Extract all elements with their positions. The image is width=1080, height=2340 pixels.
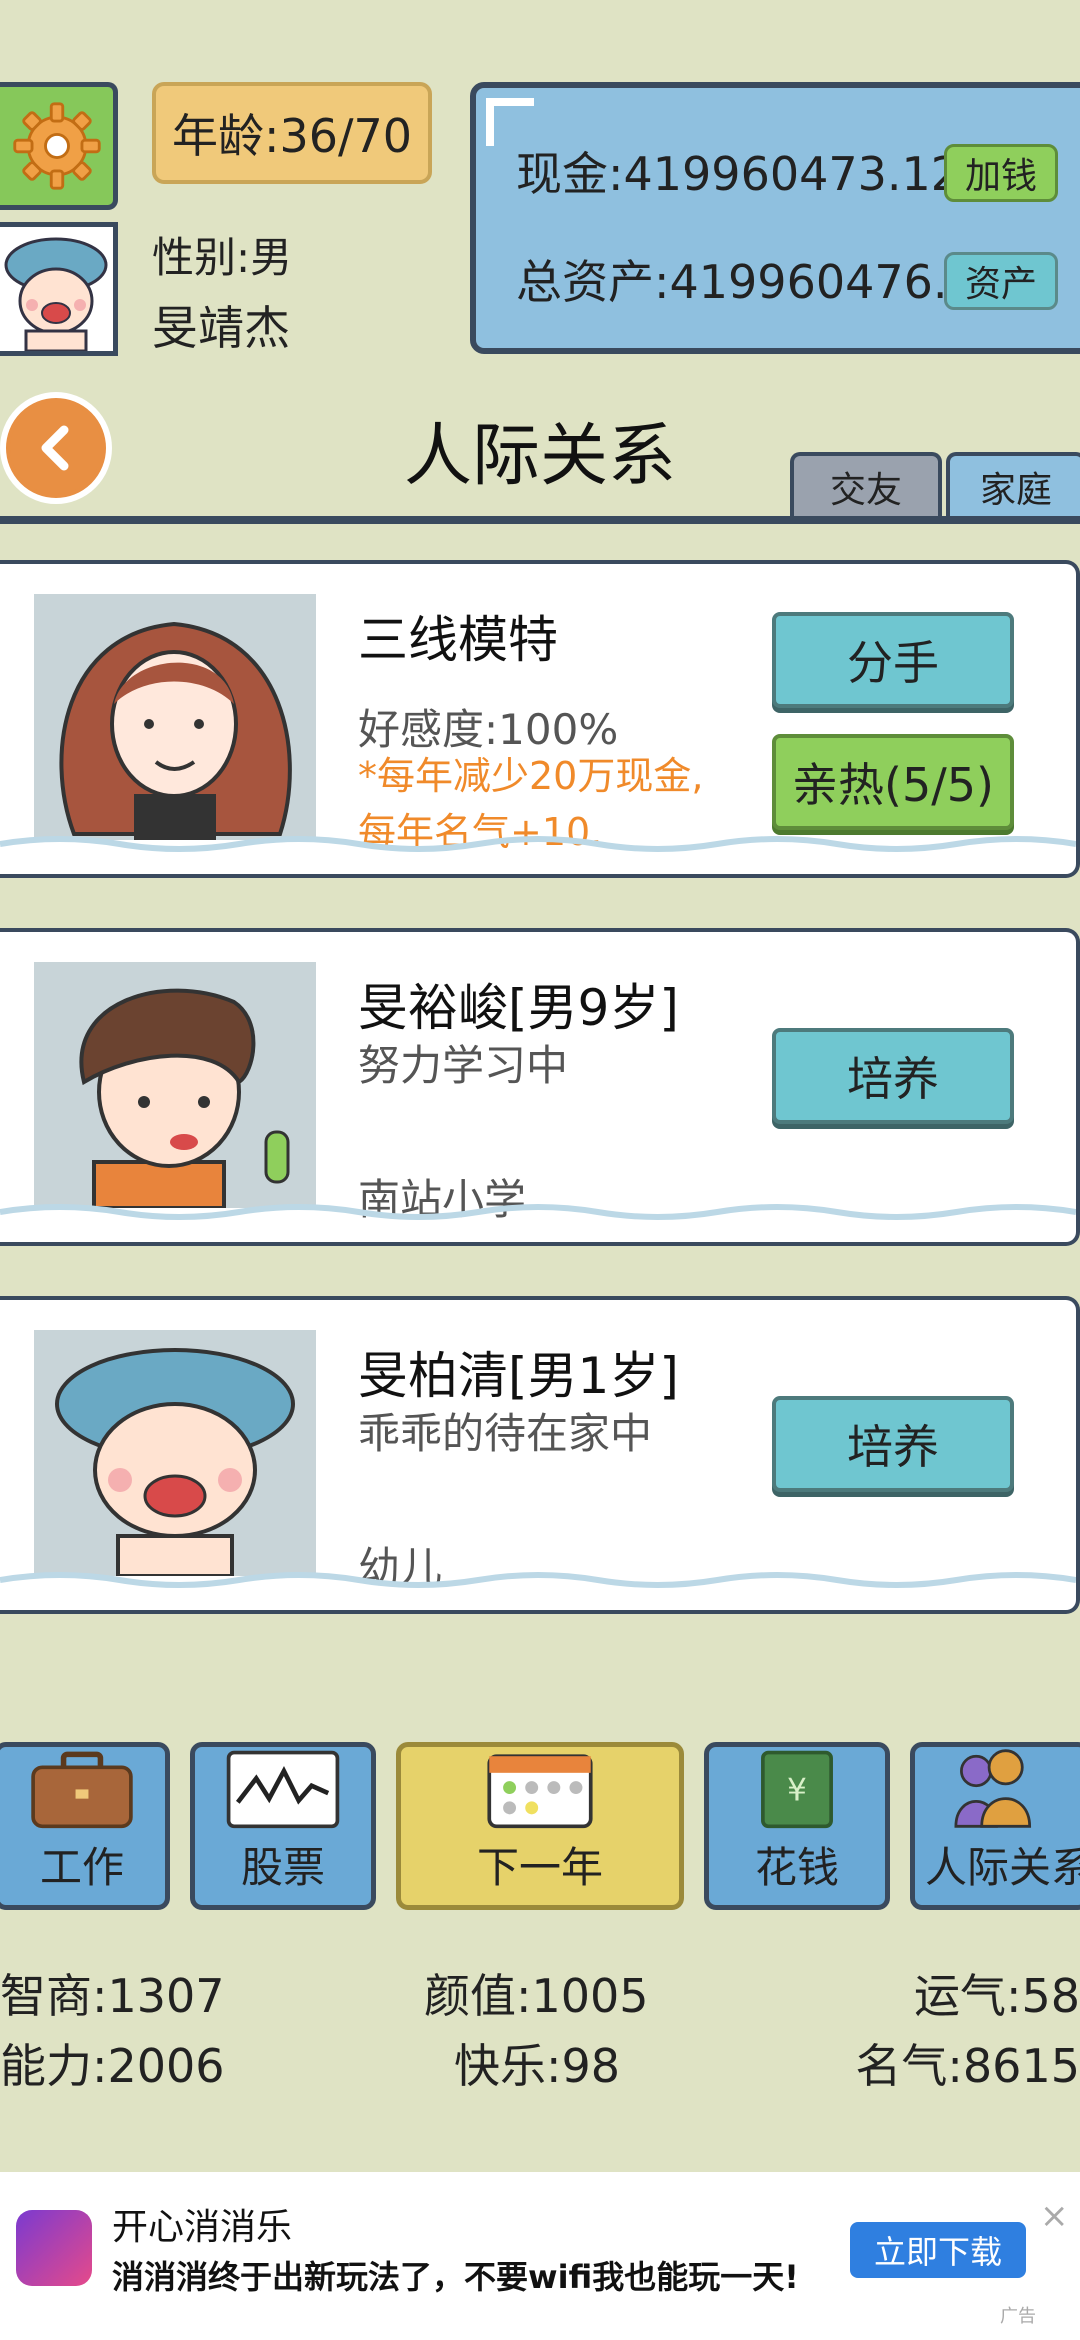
nav-work[interactable]: 工作 (0, 1742, 170, 1910)
wave-decoration (0, 836, 1076, 852)
stat-happiness: 快乐:98 (454, 2039, 621, 2093)
player-name: 旻靖杰 (152, 301, 290, 355)
stat-looks: 颜值:1005 (424, 1969, 649, 2023)
ad-title: 开心消消乐 (112, 2207, 293, 2248)
assets-label: 总资产: (516, 255, 670, 309)
nav-relationships-label: 人际关系 (925, 1843, 1080, 1892)
player-avatar[interactable] (0, 222, 118, 356)
nav-relationships[interactable]: 人际关系 (910, 1742, 1080, 1910)
age-display: 年龄:36/70 (152, 82, 432, 184)
tab-family[interactable]: 家庭 (946, 452, 1080, 518)
wave-decoration (0, 1204, 1076, 1220)
nav-work-label: 工作 (39, 1843, 124, 1892)
relationship-card: 旻柏清[男1岁] 乖乖的待在家中 幼儿 培养 (0, 1296, 1080, 1614)
add-money-button[interactable]: 加钱 (944, 144, 1059, 202)
stat-iq: 智商:1307 (0, 1969, 225, 2023)
child-portrait (34, 1330, 316, 1576)
nav-stocks[interactable]: 股票 (190, 1742, 376, 1910)
child-status: 努力学习中 (358, 1041, 569, 1090)
stat-fame: 名气:8615 (855, 2039, 1080, 2093)
child-status: 乖乖的待在家中 (358, 1409, 653, 1458)
nav-next-year[interactable]: 下一年 (396, 1742, 684, 1910)
assets-row: 总资产:419960476.1 (516, 246, 977, 312)
nav-spend[interactable]: ¥ 花钱 (704, 1742, 890, 1910)
partner-portrait (34, 594, 316, 840)
intimate-button[interactable]: 亲热(5/5) (772, 734, 1014, 830)
ad-text: 消消消终于出新玩法了，不要wifi我也能玩一天! (112, 2258, 799, 2296)
gear-icon (12, 102, 101, 190)
tab-divider (0, 516, 1080, 524)
child-name: 旻柏清[男1岁] (358, 1347, 679, 1405)
settings-button[interactable] (0, 82, 118, 210)
child-name: 旻裕峻[男9岁] (358, 979, 679, 1037)
cash-label: 现金: (516, 147, 624, 201)
baby-avatar-icon (0, 227, 113, 353)
ad-mark: 广告 (1000, 2306, 1036, 2327)
tab-friends[interactable]: 交友 (790, 452, 942, 518)
ad-download-button[interactable]: 立即下载 (850, 2222, 1026, 2278)
ad-close-icon[interactable]: × (1040, 2196, 1069, 2236)
money-panel: 现金:419960473.12 加钱 总资产:419960476.1 资产 (470, 82, 1080, 354)
svg-text:¥: ¥ (787, 1772, 807, 1808)
stat-luck: 运气:58 (913, 1969, 1080, 2023)
nav-spend-label: 花钱 (754, 1843, 839, 1892)
stat-ability: 能力:2006 (0, 2039, 225, 2093)
boy-portrait-icon (34, 962, 316, 1208)
nav-next-year-label: 下一年 (476, 1843, 603, 1892)
assets-button[interactable]: 资产 (944, 252, 1059, 310)
calendar-icon (487, 1754, 593, 1829)
partner-name: 三线模特 (358, 611, 558, 669)
cash-row: 现金:419960473.12 (516, 138, 960, 204)
cash-value: 419960473.12 (623, 147, 961, 201)
partner-note-line1: *每年减少20万现金, (358, 754, 704, 798)
nav-stocks-label: 股票 (240, 1843, 325, 1892)
woman-portrait-icon (34, 594, 316, 840)
nurture-button[interactable]: 培养 (772, 1028, 1014, 1124)
wave-decoration (0, 1572, 1076, 1588)
briefcase-icon (31, 1751, 133, 1829)
assets-value: 419960476.1 (669, 255, 977, 309)
money-stack-icon: ¥ (761, 1750, 833, 1829)
relationship-card: 旻裕峻[男9岁] 努力学习中 南站小学 培养 (0, 928, 1080, 1246)
child-portrait (34, 962, 316, 1208)
relationship-card: 三线模特 好感度:100% *每年减少20万现金, 每年名气+10. 分手 亲热… (0, 560, 1080, 878)
ad-app-icon[interactable] (16, 2210, 92, 2286)
nurture-button[interactable]: 培养 (772, 1396, 1014, 1492)
gender-label: 性别:男 (152, 233, 293, 282)
people-icon (954, 1749, 1032, 1828)
baby-portrait-icon (34, 1330, 316, 1576)
stock-chart-icon (226, 1750, 340, 1829)
breakup-button[interactable]: 分手 (772, 612, 1014, 708)
